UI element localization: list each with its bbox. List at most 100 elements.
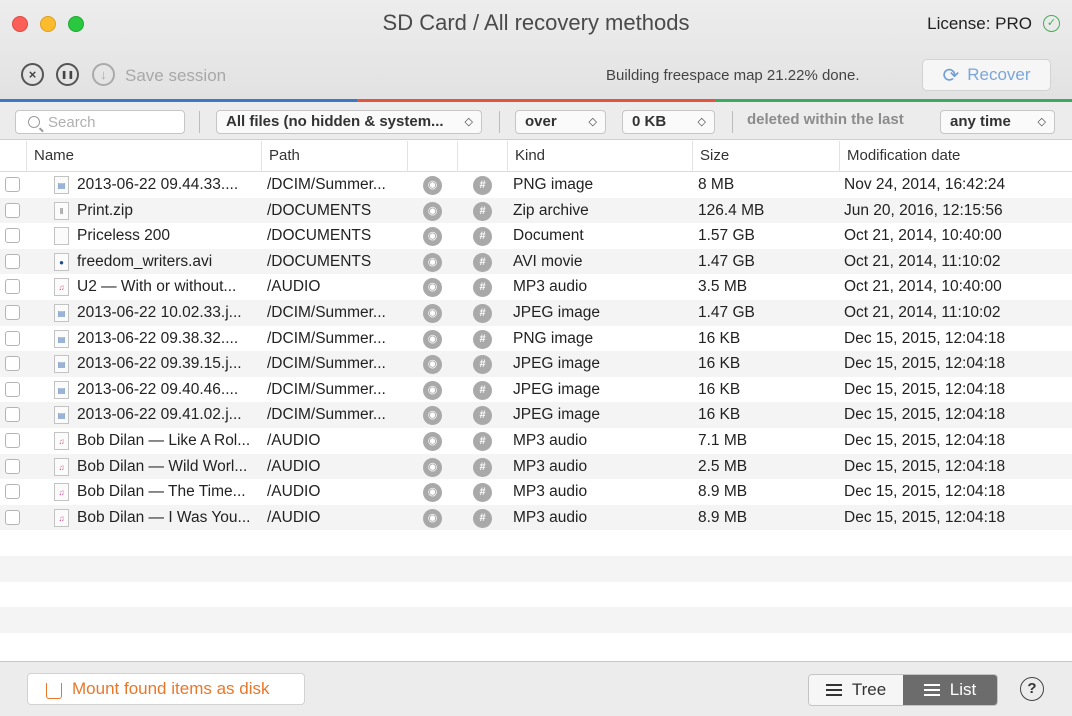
table-row[interactable]: ▤ 2013-06-22 10.02.33.j... /DCIM/Summer...…: [0, 299, 1072, 326]
hash-icon[interactable]: #: [473, 380, 492, 400]
column-header-kind[interactable]: Kind: [507, 141, 693, 172]
size-value-select[interactable]: 0 KB ◇: [622, 110, 715, 134]
help-button[interactable]: ?: [1020, 677, 1044, 701]
search-placeholder: Search: [48, 113, 96, 131]
row-checkbox[interactable]: [5, 202, 20, 218]
column-header-date[interactable]: Modification date: [839, 141, 1072, 172]
table-row[interactable]: ▤ 2013-06-22 09.38.32.... /DCIM/Summer... ◉…: [0, 326, 1072, 352]
row-checkbox[interactable]: [5, 432, 20, 448]
time-range-select[interactable]: any time ◇: [940, 110, 1055, 134]
table-row[interactable]: ▤ 2013-06-22 09.44.33.... /DCIM/Summer... ◉…: [0, 172, 1072, 198]
hash-icon[interactable]: #: [473, 457, 492, 477]
hash-icon[interactable]: #: [473, 355, 492, 375]
file-size: 16 KB: [698, 329, 741, 347]
table-row[interactable]: ♫ Bob Dilan — The Time... /AUDIO ◉ # MP3 audi…: [0, 479, 1072, 505]
row-checkbox[interactable]: [5, 279, 20, 295]
row-checkbox[interactable]: [5, 356, 20, 372]
preview-eye-icon[interactable]: ◉: [423, 201, 442, 221]
hash-icon[interactable]: #: [473, 508, 492, 528]
save-session-button[interactable]: Save session: [125, 66, 226, 86]
pause-scan-button[interactable]: ❚❚: [56, 63, 79, 86]
title-bar: SD Card / All recovery methods License: …: [0, 0, 1072, 100]
preview-eye-icon[interactable]: ◉: [423, 457, 442, 477]
window-title: SD Card / All recovery methods: [382, 10, 690, 35]
file-modification-date: Oct 21, 2014, 10:40:00: [844, 278, 1002, 296]
file-size: 1.47 GB: [698, 252, 755, 270]
column-header-size[interactable]: Size: [692, 141, 840, 172]
empty-row: [0, 633, 1072, 659]
table-row[interactable]: ♫ U2 — With or without... /AUDIO ◉ # MP3 audi…: [0, 274, 1072, 300]
file-kind: PNG image: [513, 329, 594, 347]
table-row[interactable]: Priceless 200/DOCUMENTS ◉ # Document 1.57 GB…: [0, 223, 1072, 249]
save-session-icon[interactable]: ↓: [92, 63, 115, 86]
table-row[interactable]: ● freedom_writers.avi/DOCUMENTS ◉ # AVI movi…: [0, 248, 1072, 275]
file-type-select[interactable]: All files (no hidden & system... ◇: [216, 110, 482, 134]
row-checkbox[interactable]: [5, 458, 20, 474]
time-range-value: any time: [950, 113, 1011, 130]
file-modification-date: Dec 15, 2015, 12:04:18: [844, 380, 1006, 398]
list-label: List: [949, 680, 977, 699]
table-row[interactable]: ♫ Bob Dilan — Wild Worl... /AUDIO ◉ # MP3 aud…: [0, 453, 1072, 480]
stop-scan-button[interactable]: ×: [21, 63, 44, 86]
preview-eye-icon[interactable]: ◉: [423, 406, 442, 426]
file-modification-date: Oct 21, 2014, 10:40:00: [844, 227, 1002, 245]
table-row[interactable]: ▤ 2013-06-22 09.40.46.... /DCIM/Summer... ◉…: [0, 377, 1072, 403]
hash-icon[interactable]: #: [473, 252, 492, 272]
preview-eye-icon[interactable]: ◉: [423, 252, 442, 272]
row-checkbox[interactable]: [5, 253, 20, 269]
file-name: Bob Dilan — The Time...: [77, 483, 246, 501]
table-row[interactable]: ▤ 2013-06-22 09.41.02.j... /DCIM/Summer...…: [0, 402, 1072, 428]
file-size: 8 MB: [698, 176, 735, 193]
table-row[interactable]: ▤ 2013-06-22 09.39.15.j... /DCIM/Summer...…: [0, 351, 1072, 377]
hash-icon[interactable]: #: [473, 329, 492, 349]
column-header-path[interactable]: Path: [261, 141, 408, 172]
column-header-name[interactable]: Name: [26, 141, 262, 172]
preview-eye-icon[interactable]: ◉: [423, 176, 442, 195]
preview-eye-icon[interactable]: ◉: [423, 329, 442, 349]
preview-eye-icon[interactable]: ◉: [423, 508, 442, 528]
recover-button[interactable]: ⟳ Recover: [922, 59, 1051, 91]
size-comparator-select[interactable]: over ◇: [515, 110, 606, 134]
hash-icon[interactable]: #: [473, 227, 492, 247]
search-input[interactable]: Search: [15, 110, 185, 134]
row-checkbox[interactable]: [5, 177, 20, 192]
hash-icon[interactable]: #: [473, 406, 492, 426]
hash-icon[interactable]: #: [473, 201, 492, 221]
hash-icon[interactable]: #: [473, 278, 492, 298]
column-header-hash[interactable]: [457, 141, 508, 172]
row-checkbox[interactable]: [5, 484, 20, 500]
search-icon: [28, 116, 40, 128]
hash-icon[interactable]: #: [473, 431, 492, 451]
list-view-button[interactable]: List: [903, 675, 997, 705]
filter-divider: [199, 111, 200, 133]
row-checkbox[interactable]: [5, 228, 20, 244]
empty-row: [0, 607, 1072, 633]
preview-eye-icon[interactable]: ◉: [423, 303, 442, 323]
preview-eye-icon[interactable]: ◉: [423, 355, 442, 375]
column-header-preview[interactable]: [407, 141, 458, 172]
tree-view-button[interactable]: Tree: [809, 675, 903, 705]
row-checkbox[interactable]: [5, 381, 20, 397]
preview-eye-icon[interactable]: ◉: [423, 278, 442, 298]
file-size: 1.47 GB: [698, 303, 755, 321]
preview-eye-icon[interactable]: ◉: [423, 431, 442, 451]
preview-eye-icon[interactable]: ◉: [423, 227, 442, 247]
hash-icon[interactable]: #: [473, 483, 492, 503]
table-row[interactable]: ♫ Bob Dilan — I Was You... /AUDIO ◉ # MP3 aud…: [0, 504, 1072, 531]
preview-eye-icon[interactable]: ◉: [423, 483, 442, 503]
file-name: Bob Dilan — I Was You...: [77, 508, 251, 526]
file-name: 2013-06-22 09.39.15.j...: [77, 355, 242, 373]
row-checkbox[interactable]: [5, 407, 20, 423]
preview-eye-icon[interactable]: ◉: [423, 380, 442, 400]
hash-icon[interactable]: #: [473, 176, 492, 195]
row-checkbox[interactable]: [5, 509, 20, 525]
row-checkbox[interactable]: [5, 304, 20, 320]
row-checkbox[interactable]: [5, 330, 20, 346]
table-row[interactable]: ♫ Bob Dilan — Like A Rol... /AUDIO ◉ # MP3 au…: [0, 428, 1072, 454]
table-row[interactable]: ‖ Print.zip/DOCUMENTS ◉ # Zip archive 126.4 M…: [0, 197, 1072, 224]
hash-icon[interactable]: #: [473, 303, 492, 323]
file-kind: JPEG image: [513, 303, 601, 321]
mount-as-disk-button[interactable]: Mount found items as disk: [27, 673, 305, 705]
file-modification-date: Nov 24, 2014, 16:42:24: [844, 176, 1006, 193]
recover-icon: ⟳: [942, 64, 960, 87]
